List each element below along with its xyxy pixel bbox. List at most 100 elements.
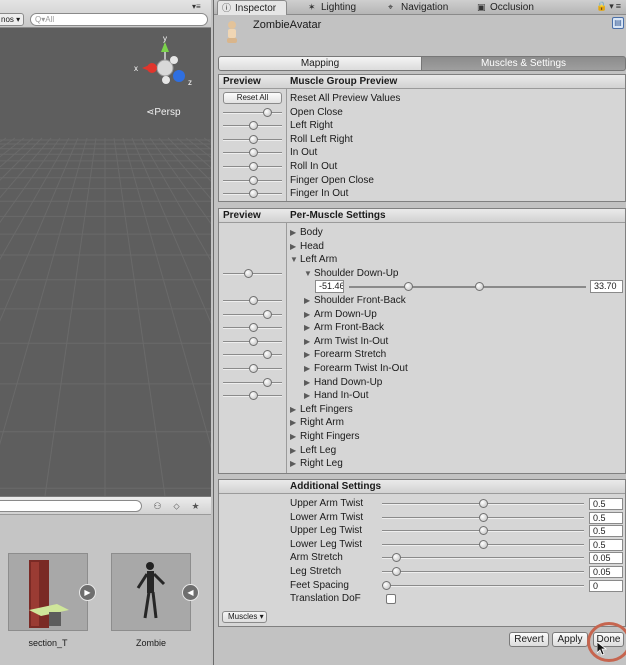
muscle-group-preview-slider[interactable] [223, 162, 282, 172]
range-min-field[interactable]: -51.46 [315, 280, 344, 293]
tab-mapping[interactable]: Mapping [218, 56, 422, 71]
foldout-open-icon[interactable]: ▼ [290, 255, 298, 264]
muscle-group-foldout[interactable]: Left Leg [300, 445, 336, 456]
setting-slider[interactable] [382, 526, 584, 536]
foldout-closed-icon[interactable]: ▶ [290, 459, 296, 468]
tab-inspector[interactable]: ⓘ Inspector [217, 0, 287, 15]
lock-icon[interactable]: 🔒▾≡ [596, 1, 623, 12]
muscle-group-preview-slider[interactable] [223, 121, 282, 131]
foldout-closed-icon[interactable]: ▶ [304, 337, 310, 346]
range-min-handle[interactable] [404, 282, 414, 291]
range-max-field[interactable]: 33.70 [590, 280, 623, 293]
foldout-closed-icon[interactable]: ▶ [290, 432, 296, 441]
foldout-closed-icon[interactable]: ▶ [304, 364, 310, 373]
muscle-preview-slider[interactable] [223, 377, 282, 388]
muscle-group-foldout[interactable]: Right Leg [300, 458, 343, 469]
muscle-preview-slider[interactable] [223, 391, 282, 401]
muscles-dropdown[interactable]: Muscles ▾ [222, 611, 267, 623]
muscle-group-foldout[interactable]: Right Arm [300, 417, 344, 428]
muscle-preview-slider[interactable] [223, 296, 282, 306]
foldout-closed-icon[interactable]: ▶ [304, 310, 310, 319]
scene-search-input[interactable]: Q▾All [30, 13, 208, 26]
orientation-gizmo[interactable]: y x z [130, 30, 200, 100]
setting-slider[interactable] [382, 512, 584, 523]
muscle-group-foldout[interactable]: Left Arm [300, 254, 337, 265]
muscle-group-preview-slider[interactable] [223, 134, 282, 145]
muscle-preview-slider[interactable] [223, 323, 282, 333]
setting-value-field[interactable]: 0.05 [589, 566, 623, 578]
revert-button[interactable]: Revert [509, 632, 549, 647]
muscle-group-label: Finger In Out [290, 188, 349, 200]
muscle-group-foldout[interactable]: Right Fingers [300, 431, 359, 442]
translation-dof-checkbox[interactable] [386, 594, 396, 605]
setting-slider[interactable] [382, 580, 584, 591]
foldout-open-icon[interactable]: ▼ [304, 269, 312, 278]
muscle-preview-slider[interactable] [223, 336, 282, 347]
muscle-preview-slider[interactable] [223, 268, 282, 279]
muscle-foldout[interactable]: Hand In-Out [314, 390, 368, 401]
foldout-closed-icon[interactable]: ▶ [304, 391, 310, 400]
muscle-group-foldout[interactable]: Left Fingers [300, 404, 353, 415]
reset-all-button[interactable]: Reset All [223, 92, 282, 104]
setting-slider[interactable] [382, 499, 584, 509]
setting-value-field[interactable]: 0.5 [589, 511, 623, 524]
scene-view[interactable]: ▾≡ nos ▾ Q▾All y x z ⋖Persp [0, 0, 211, 496]
setting-value-field[interactable]: 0 [589, 579, 623, 592]
tab-navigation[interactable]: ⌖ Navigation [384, 0, 464, 15]
window-options-icon[interactable]: ▾≡ [192, 2, 208, 12]
muscle-foldout[interactable]: Shoulder Front-Back [314, 295, 406, 306]
asset-item[interactable]: ◀ Zombie [111, 553, 199, 648]
play-icon[interactable]: ▶ [79, 584, 96, 601]
tab-muscles-settings[interactable]: Muscles & Settings [421, 56, 626, 71]
filter-by-label-icon[interactable]: ⬦ [170, 500, 183, 512]
project-search-input[interactable] [0, 500, 142, 512]
apply-button[interactable]: Apply [552, 632, 588, 647]
filter-by-type-icon[interactable]: ⚇ [151, 500, 164, 512]
muscle-foldout[interactable]: Forearm Twist In-Out [314, 363, 408, 374]
muscle-group-label: Reset All Preview Values [290, 93, 401, 104]
asset-item[interactable]: ▶ section_T [8, 553, 96, 648]
muscle-foldout[interactable]: Shoulder Down-Up [314, 268, 399, 279]
setting-value-field[interactable]: 0.5 [589, 525, 623, 538]
tab-occlusion[interactable]: ▣ Occlusion [473, 0, 553, 15]
muscle-preview-slider[interactable] [223, 364, 282, 374]
range-slider-track[interactable] [349, 286, 586, 288]
settings-icon[interactable]: ▤ [612, 17, 624, 29]
foldout-closed-icon[interactable]: ▶ [304, 378, 310, 387]
muscle-group-preview-slider[interactable] [223, 107, 282, 118]
muscle-foldout[interactable]: Forearm Stretch [314, 349, 386, 360]
setting-value-field[interactable]: 0.5 [589, 498, 623, 510]
range-max-handle[interactable] [475, 282, 485, 291]
foldout-closed-icon[interactable]: ▶ [304, 296, 310, 305]
foldout-closed-icon[interactable]: ▶ [304, 350, 310, 359]
setting-slider[interactable] [382, 553, 584, 563]
foldout-closed-icon[interactable]: ▶ [304, 323, 310, 332]
muscle-foldout[interactable]: Arm Down-Up [314, 309, 377, 320]
foldout-closed-icon[interactable]: ▶ [290, 228, 296, 237]
foldout-closed-icon[interactable]: ▶ [290, 418, 296, 427]
setting-label: Arm Stretch [290, 552, 343, 564]
setting-slider[interactable] [382, 567, 584, 577]
muscle-group-preview-slider[interactable] [223, 175, 282, 186]
setting-slider[interactable] [382, 539, 584, 550]
muscle-group-preview-slider[interactable] [223, 148, 282, 158]
setting-value-field[interactable]: 0.05 [589, 552, 623, 565]
foldout-closed-icon[interactable]: ▶ [290, 405, 296, 414]
muscle-preview-slider[interactable] [223, 350, 282, 360]
play-reverse-icon[interactable]: ◀ [182, 584, 199, 601]
tab-lighting[interactable]: ✶ Lighting [304, 0, 374, 15]
foldout-closed-icon[interactable]: ▶ [290, 242, 296, 251]
muscle-group-preview-slider[interactable] [223, 189, 282, 199]
muscle-foldout[interactable]: Hand Down-Up [314, 377, 382, 388]
muscle-foldout[interactable]: Arm Front-Back [314, 322, 384, 333]
persp-toggle[interactable]: ⋖Persp [146, 107, 181, 118]
mouse-cursor-icon [597, 642, 607, 656]
foldout-closed-icon[interactable]: ▶ [290, 446, 296, 455]
gizmos-dropdown[interactable]: nos ▾ [0, 13, 24, 26]
setting-value-field[interactable]: 0.5 [589, 538, 623, 551]
favorite-star-icon[interactable]: ★ [189, 500, 202, 512]
muscle-group-foldout[interactable]: Body [300, 227, 323, 238]
muscle-foldout[interactable]: Arm Twist In-Out [314, 336, 388, 347]
muscle-group-foldout[interactable]: Head [300, 241, 324, 252]
muscle-preview-slider[interactable] [223, 309, 282, 320]
